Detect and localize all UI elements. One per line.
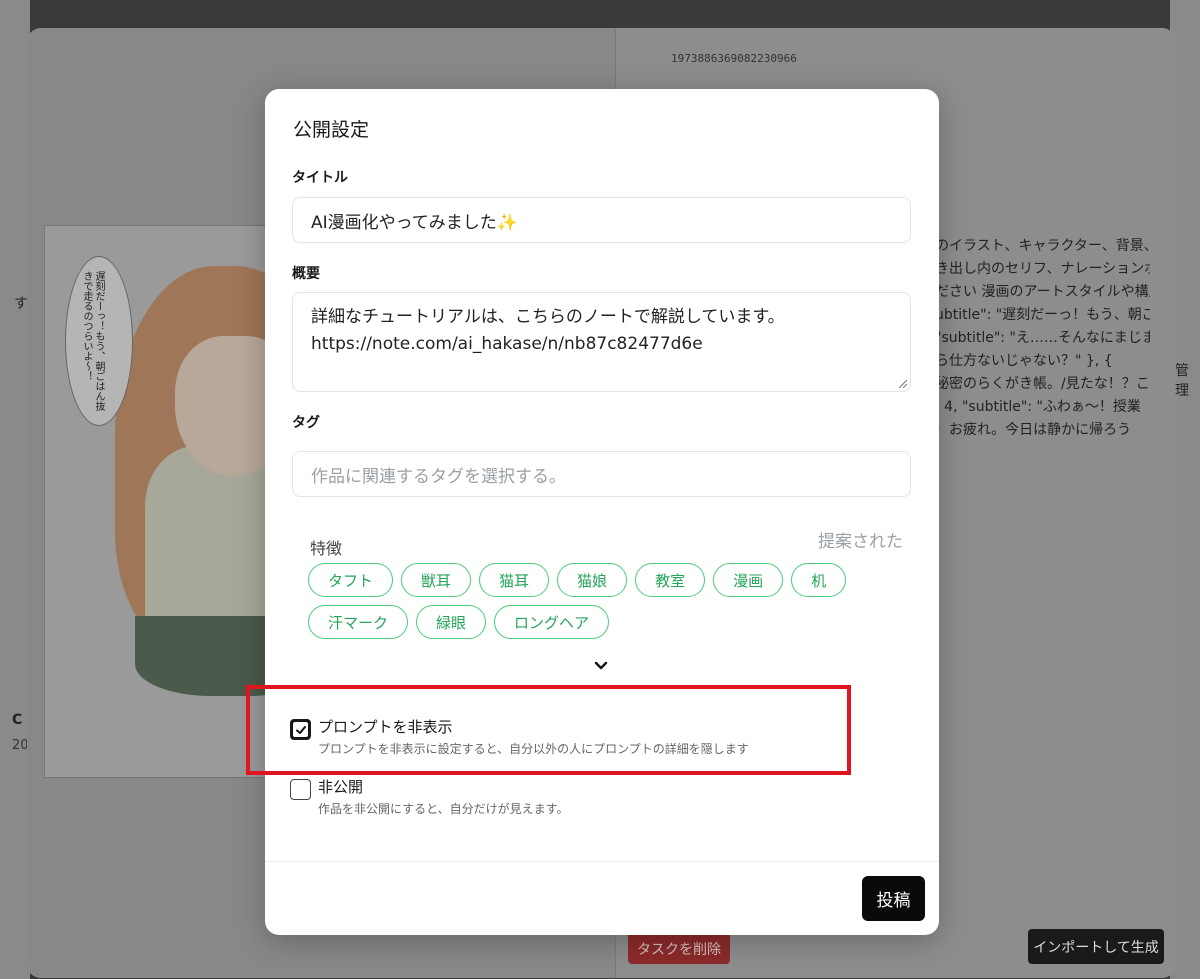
tag-chip[interactable]: 漫画	[713, 563, 784, 597]
task-id: 1973886369082230966	[671, 52, 797, 65]
features-heading: 特徴	[310, 539, 343, 558]
publish-settings-dialog: 公開設定 タイトル AI漫画化やってみました✨ 概要 詳細なチュートリアルは、こ…	[246, 89, 939, 935]
tag-chip[interactable]: 緑眼	[416, 605, 487, 639]
tag-chip[interactable]: タフト	[308, 563, 394, 597]
suggested-label: 提案された	[818, 532, 903, 552]
private-option[interactable]: 非公開 作品を非公開にすると、自分だけが見えます。	[290, 777, 568, 817]
description-line: 秘密のらくがき帳。/見たな！？これ	[935, 376, 1150, 392]
tag-chip[interactable]: 猫耳	[479, 563, 550, 597]
resize-handle-icon[interactable]	[897, 378, 907, 388]
dialog-title: 公開設定	[293, 119, 370, 141]
summary-label: 概要	[292, 266, 320, 282]
tag-label: タグ	[292, 415, 320, 431]
import-generate-button[interactable]: インポートして生成	[1028, 929, 1164, 964]
title-input[interactable]: AI漫画化やってみました✨	[292, 197, 911, 243]
hide-prompt-option[interactable]: プロンプトを非表示 プロンプトを非表示に設定すると、自分以外の人にプロンプトの詳…	[290, 717, 749, 757]
description-line: のイラスト、キャラクター、背景、コマ	[935, 238, 1150, 254]
description-line: ）お疲れ。今日は静かに帰ろう	[935, 422, 1132, 438]
tag-select-input[interactable]: 作品に関連するタグを選択する。	[292, 451, 911, 497]
description-line: ださい 漫画のアートスタイルや構成	[935, 284, 1150, 300]
description-line: : 4, "subtitle": "ふわぁ〜！授業	[935, 399, 1141, 415]
background-manage-fragment: 管理	[1175, 363, 1189, 399]
checkmark-icon	[295, 725, 306, 734]
title-label: タイトル	[292, 170, 348, 186]
background-side-fragment: C	[12, 712, 23, 728]
dialog-footer-divider	[265, 861, 939, 862]
summary-url-line: https://note.com/ai_hakase/n/nb87c82477d…	[311, 334, 703, 354]
post-button[interactable]: 投稿	[862, 876, 925, 921]
background-left-panel	[0, 0, 30, 979]
background-side-fragment: す	[14, 296, 28, 312]
description-line: "subtitle": "え……そんなにまじま	[935, 330, 1150, 346]
hide-prompt-description: プロンプトを非表示に設定すると、自分以外の人にプロンプトの詳細を隠します	[318, 742, 749, 756]
description-line: ubtitle": "遅刻だーっ！もう、朝ご	[935, 307, 1150, 323]
tag-chip[interactable]: ロングヘア	[494, 605, 610, 639]
chevron-down-icon[interactable]	[593, 659, 609, 673]
summary-text-line: 詳細なチュートリアルは、こちらのノートで解説しています。	[311, 307, 785, 327]
hide-prompt-label: プロンプトを非表示	[318, 718, 453, 736]
tag-chip[interactable]: 教室	[635, 563, 706, 597]
suggested-tag-list: タフト 獣耳 猫耳 猫娘 教室 漫画 机 汗マーク 緑眼 ロングヘア	[308, 563, 878, 639]
hide-prompt-checkbox[interactable]	[290, 719, 311, 740]
private-description: 作品を非公開にすると、自分だけが見えます。	[318, 802, 569, 816]
tag-chip[interactable]: 獣耳	[401, 563, 472, 597]
tag-chip[interactable]: 机	[791, 563, 847, 597]
private-label: 非公開	[318, 778, 364, 796]
summary-textarea[interactable]: 詳細なチュートリアルは、こちらのノートで解説しています。 https://not…	[292, 292, 911, 392]
speech-bubble-text: 遅刻だーっ！もう、朝ごはん抜きで走るのつらいよ〜！	[81, 271, 104, 411]
delete-task-button[interactable]: タスクを削除	[628, 933, 730, 964]
tag-chip[interactable]: 汗マーク	[308, 605, 409, 639]
description-line: き出し内のセリフ、ナレーションボック	[935, 261, 1150, 277]
task-description: のイラスト、キャラクター、背景、コマ き出し内のセリフ、ナレーションボック ださ…	[935, 235, 1150, 442]
description-line: ら仕方ないじゃない？" }, {	[935, 353, 1113, 369]
private-checkbox[interactable]	[290, 779, 311, 800]
tag-chip[interactable]: 猫娘	[557, 563, 628, 597]
